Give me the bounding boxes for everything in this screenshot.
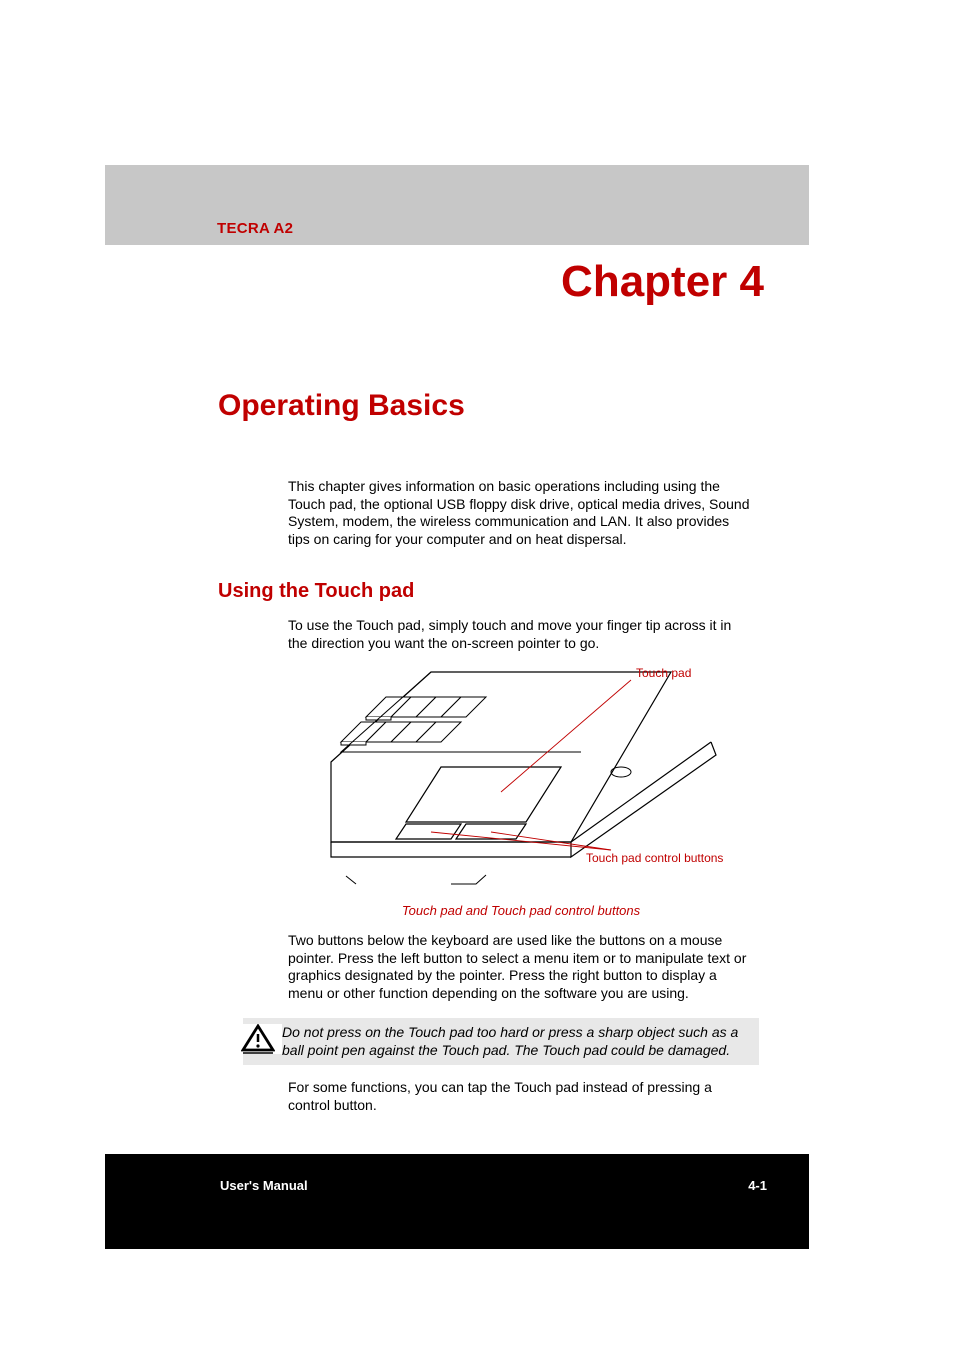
caution-text: Do not press on the Touch pad too hard o…: [282, 1024, 751, 1059]
touchpad-para2: Two buttons below the keyboard are used …: [288, 932, 754, 1002]
subsection-title: Using the Touch pad: [218, 580, 954, 603]
chapter-title: Chapter 4: [0, 257, 764, 307]
touchpad-figure: Touch pad Touch pad control buttons Touc…: [288, 662, 754, 918]
touchpad-para3: For some functions, you can tap the Touc…: [288, 1079, 754, 1114]
section-intro: This chapter gives information on basic …: [288, 478, 754, 548]
product-label: TECRA A2: [217, 220, 293, 237]
touchpad-para1: To use the Touch pad, simply touch and m…: [288, 617, 754, 652]
footer-band: User's Manual 4-1: [105, 1154, 809, 1249]
header-band: TECRA A2: [105, 165, 809, 245]
caution-block: Do not press on the Touch pad too hard o…: [243, 1018, 759, 1065]
footer-left: User's Manual: [220, 1178, 308, 1193]
section-title: Operating Basics: [218, 389, 954, 423]
caution-icon: [237, 1024, 282, 1054]
figure-label-buttons: Touch pad control buttons: [586, 851, 723, 865]
footer-right: 4-1: [748, 1178, 767, 1193]
touchpad-diagram-svg: Touch pad Touch pad control buttons: [311, 662, 731, 897]
figure-caption: Touch pad and Touch pad control buttons: [288, 903, 754, 918]
figure-label-touchpad: Touch pad: [636, 666, 691, 680]
